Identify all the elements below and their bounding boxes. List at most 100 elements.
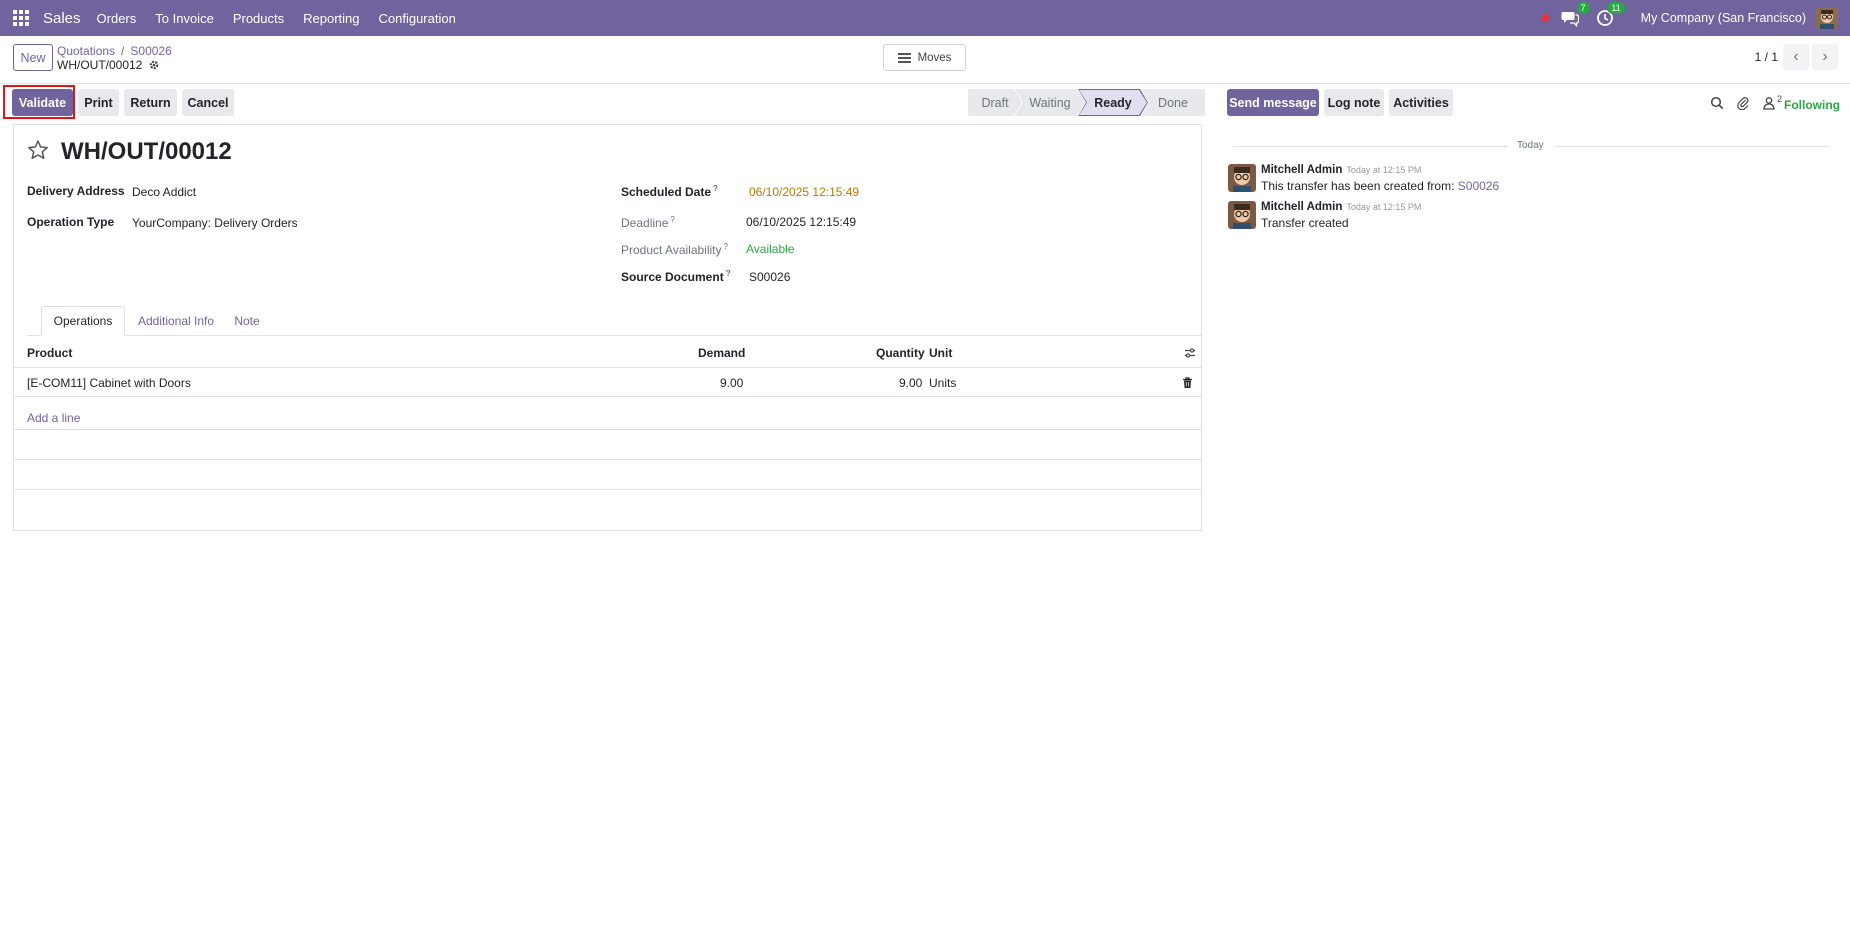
deadline-field[interactable]: 06/10/2025 12:15:49 [746,215,856,229]
cancel-button[interactable]: Cancel [182,89,234,116]
message-time: Today at 12:15 PM [1346,165,1422,175]
paperclip-icon[interactable] [1736,96,1750,110]
chatter-toolbar: 2 [1710,94,1783,110]
source-document-help-icon[interactable]: ? [726,269,731,278]
breadcrumb-quotations[interactable]: Quotations [57,44,115,58]
empty-row [14,400,1201,430]
menu-orders[interactable]: Orders [97,11,137,26]
chat-count-badge: 7 [1576,2,1590,14]
message-author[interactable]: Mitchell Admin [1261,201,1342,213]
trash-icon[interactable] [1182,377,1193,389]
deadline-label-text: Deadline [621,216,669,230]
delivery-address-label: Delivery Address [27,184,125,198]
deadline-label: Deadline? [621,215,675,230]
column-unit[interactable]: Unit [929,346,952,360]
control-panel: New Quotations / S00026 WH/OUT/00012 Moves… [0,36,1850,84]
breadcrumb: Quotations / S00026 [57,44,172,58]
table-row[interactable]: [E-COM11] Cabinet with Doors 9.00 9.00 U… [14,367,1201,397]
apps-menu-icon[interactable] [13,10,29,26]
operation-type-field[interactable]: YourCompany: Delivery Orders [132,216,298,230]
source-document-label-text: Source Document [621,270,724,284]
optional-columns-icon[interactable] [1184,347,1196,359]
new-button[interactable]: New [13,44,53,71]
message-author[interactable]: Mitchell Admin [1261,164,1342,176]
moves-smart-button[interactable]: Moves [883,44,966,71]
scheduled-date-label: Scheduled Date? [621,184,718,199]
status-draft[interactable]: Draft [968,89,1022,116]
breadcrumb-order[interactable]: S00026 [130,44,171,58]
empty-row [14,430,1201,460]
chatter-message: Mitchell Admin Today at 12:15 PM This tra… [1228,164,1828,196]
star-icon[interactable] [27,139,49,161]
status-ready-label: Ready [1079,90,1147,115]
delivery-address-field[interactable]: Deco Addict [132,185,196,199]
date-separator: Today [1507,140,1554,151]
row-demand[interactable]: 9.00 [720,376,743,390]
availability-label-text: Product Availability [621,243,722,257]
recording-indicator-icon[interactable] [1540,14,1549,22]
deadline-help-icon[interactable]: ? [670,215,674,224]
tab-additional-info[interactable]: Additional Info [129,306,223,336]
message-source-link[interactable]: S00026 [1458,179,1499,193]
record-title: WH/OUT/00012 [61,138,232,165]
message-text: This transfer has been created from: [1261,179,1455,193]
empty-row [14,460,1201,490]
menu-reporting[interactable]: Reporting [303,11,359,26]
status-waiting[interactable]: Waiting [1015,89,1085,116]
current-record-name: WH/OUT/00012 [57,58,143,72]
chat-icon[interactable]: 7 [1561,2,1590,28]
scheduled-date-label-text: Scheduled Date [621,185,712,199]
operation-type-label: Operation Type [27,215,115,229]
row-quantity[interactable]: 9.00 [899,376,922,390]
column-product[interactable]: Product [27,346,72,360]
author-avatar[interactable] [1228,164,1256,192]
menu-configuration[interactable]: Configuration [379,11,456,26]
column-demand[interactable]: Demand [698,346,745,360]
app-name[interactable]: Sales [43,10,81,27]
followers-count: 2 [1777,94,1783,104]
scheduled-date-field[interactable]: 06/10/2025 12:15:49 [749,185,859,199]
menu-to-invoice[interactable]: To Invoice [155,11,214,26]
pager-next-icon[interactable]: › [1812,44,1838,70]
status-done[interactable]: Done [1141,89,1205,116]
search-icon[interactable] [1710,96,1724,110]
author-avatar[interactable] [1228,201,1256,229]
company-switcher[interactable]: My Company (San Francisco) [1641,11,1806,25]
status-bar: Draft Waiting Ready Done [968,89,1205,116]
status-ready[interactable]: Ready [1078,89,1148,116]
row-unit[interactable]: Units [929,376,956,390]
availability-label: Product Availability? [621,242,728,257]
activities-button[interactable]: Activities [1389,89,1453,116]
moves-label: Moves [917,51,952,64]
log-note-button[interactable]: Log note [1324,89,1384,116]
chatter-message: Mitchell Admin Today at 12:15 PM Transfer… [1228,201,1828,233]
activity-clock-icon[interactable]: 11 [1596,2,1625,27]
gear-icon[interactable] [148,59,160,71]
validate-highlight [3,85,75,119]
following-button[interactable]: Following [1784,98,1840,112]
source-document-label: Source Document? [621,269,731,284]
operations-table-header: Product Demand Quantity Unit [14,337,1201,367]
activity-count-badge: 11 [1607,2,1625,14]
scheduled-date-help-icon[interactable]: ? [713,184,718,193]
availability-value: Available [746,242,795,256]
notebook-tabs: Operations Additional Info Note [27,306,1202,336]
tab-note[interactable]: Note [227,306,267,336]
availability-help-icon[interactable]: ? [724,242,728,251]
send-message-button[interactable]: Send message [1227,89,1319,116]
message-text: Transfer created [1261,216,1349,230]
pager-value[interactable]: 1 / 1 [1755,50,1778,64]
message-time: Today at 12:15 PM [1346,202,1422,212]
pager-previous-icon[interactable]: ‹ [1783,44,1809,70]
followers-icon[interactable] [1762,96,1776,110]
top-navbar: Sales Orders To Invoice Products Reporti… [0,0,1850,36]
source-document-field[interactable]: S00026 [749,270,790,284]
user-avatar[interactable] [1816,7,1838,29]
print-button[interactable]: Print [78,89,119,116]
tab-operations[interactable]: Operations [41,306,125,336]
return-button[interactable]: Return [124,89,177,116]
menu-products[interactable]: Products [233,11,284,26]
column-quantity[interactable]: Quantity [876,346,925,360]
action-bar: Validate Print Return Cancel Draft Waiti… [0,84,1230,122]
row-product[interactable]: [E-COM11] Cabinet with Doors [27,376,191,390]
